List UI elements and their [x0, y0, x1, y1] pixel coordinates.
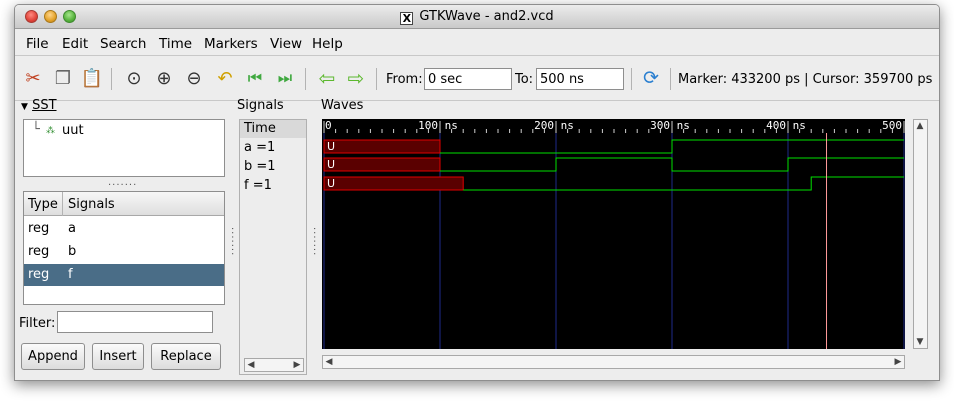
module-tree-icon: ⁂ — [46, 126, 55, 136]
zoom-out-icon[interactable]: ⊖ — [182, 66, 206, 90]
toolbar-separator — [631, 68, 632, 90]
from-label: From: — [386, 72, 423, 87]
arrow-right-icon[interactable]: ⇨ — [344, 66, 368, 90]
undefined-label: U — [327, 140, 335, 153]
menu-view[interactable]: View — [270, 36, 302, 52]
undefined-segment — [323, 157, 441, 172]
marker-cursor-status: Marker: 433200 ps | Cursor: 359700 ps — [678, 72, 933, 87]
waves-canvas[interactable]: 0 100 ns 200 ns 300 ns 400 ns 500 U U U — [322, 119, 905, 349]
signal-trace-a — [440, 139, 904, 154]
menu-markers[interactable]: Markers — [204, 36, 258, 52]
pane-grip[interactable]: ....... — [311, 227, 322, 256]
menu-file[interactable]: File — [26, 36, 49, 52]
scroll-right-icon[interactable]: ▶ — [291, 359, 303, 371]
column-type[interactable]: Type — [28, 197, 58, 212]
collapse-triangle-icon: ▼ — [21, 102, 28, 112]
zoom-fit-icon[interactable]: ⊙ — [122, 66, 146, 90]
toolbar-separator — [305, 68, 306, 90]
waves-title: Waves — [321, 98, 364, 113]
pane-grip[interactable]: ....... — [108, 177, 137, 188]
undefined-segment — [323, 139, 441, 154]
undo-icon[interactable]: ↶ — [213, 66, 237, 90]
insert-button[interactable]: Insert — [92, 343, 144, 370]
signals-title: Signals — [237, 98, 284, 113]
tree-item-uut[interactable]: uut — [62, 123, 84, 138]
column-signals[interactable]: Signals — [68, 197, 115, 212]
scroll-left-icon[interactable]: ◀ — [245, 359, 257, 371]
undefined-segment — [323, 176, 464, 191]
signal-a[interactable]: a =1 — [244, 140, 275, 155]
toolbar-separator — [670, 68, 671, 90]
tick-label: 400 ns — [766, 119, 806, 132]
to-input[interactable] — [536, 68, 624, 90]
sst-signals-table: Type Signals reg a reg b reg f — [23, 191, 225, 305]
reload-icon[interactable]: ⟳ — [639, 66, 663, 90]
sst-title[interactable]: ▼ SST — [21, 98, 57, 113]
tick-label: 500 — [882, 119, 902, 132]
from-input[interactable] — [424, 68, 512, 90]
time-header: Time — [240, 120, 306, 138]
copy-icon[interactable]: ❐ — [51, 66, 75, 90]
filter-label: Filter: — [19, 316, 56, 331]
to-label: To: — [515, 72, 534, 87]
zoom-in-icon[interactable]: ⊕ — [152, 66, 176, 90]
table-row[interactable]: reg a — [24, 218, 224, 240]
scroll-right-icon[interactable]: ▶ — [892, 356, 904, 368]
undefined-label: U — [327, 177, 335, 190]
go-start-icon[interactable]: ⏮ — [243, 66, 267, 90]
menu-search[interactable]: Search — [100, 36, 146, 52]
title-bar: X GTKWave - and2.vcd — [15, 5, 939, 29]
toolbar-separator — [376, 68, 377, 90]
signals-hscrollbar[interactable]: ◀ ▶ — [244, 358, 304, 372]
table-row[interactable]: reg b — [24, 241, 224, 263]
signal-f[interactable]: f =1 — [244, 178, 272, 193]
tick-label: 200 ns — [534, 119, 574, 132]
x11-icon: X — [400, 12, 414, 25]
window-title: GTKWave - and2.vcd — [419, 9, 554, 24]
arrow-left-icon[interactable]: ⇦ — [315, 66, 339, 90]
gtkwave-window: X GTKWave - and2.vcd File Edit Search Tim… — [14, 4, 940, 381]
table-row-selected[interactable]: reg f — [24, 264, 224, 286]
toolbar: ✂ ❐ 📋 ⊙ ⊕ ⊖ ↶ ⏮ ⏭ ⇦ ⇨ From: To: ⟳ Marker… — [15, 57, 939, 101]
scroll-down-icon[interactable]: ▼ — [914, 336, 926, 348]
replace-button[interactable]: Replace — [151, 343, 221, 370]
scroll-up-icon[interactable]: ▲ — [914, 120, 926, 132]
tick-label: 0 — [325, 119, 332, 132]
paste-icon[interactable]: 📋 — [80, 66, 104, 90]
undefined-label: U — [327, 158, 335, 171]
tick-label: 100 ns — [418, 119, 458, 132]
menu-bar: File Edit Search Time Markers View Help — [15, 30, 939, 56]
menu-time[interactable]: Time — [159, 36, 192, 52]
scroll-left-icon[interactable]: ◀ — [323, 356, 335, 368]
menu-edit[interactable]: Edit — [62, 36, 88, 52]
table-header: Type Signals — [24, 192, 224, 216]
signal-b[interactable]: b =1 — [244, 159, 276, 174]
waves-hscrollbar[interactable]: ◀ ▶ — [322, 355, 905, 369]
signal-trace-f — [463, 176, 904, 191]
signals-panel: Time a =1 b =1 f =1 ◀ ▶ — [239, 119, 307, 375]
toolbar-separator — [111, 68, 112, 90]
waveform-plot: 0 100 ns 200 ns 300 ns 400 ns 500UUU — [322, 119, 905, 349]
menu-help[interactable]: Help — [312, 36, 343, 52]
signal-trace-b — [440, 157, 904, 172]
append-button[interactable]: Append — [21, 343, 85, 370]
sst-tree: └ ⁂ uut — [23, 119, 225, 177]
tick-label: 300 ns — [650, 119, 690, 132]
go-end-icon[interactable]: ⏭ — [273, 66, 297, 90]
filter-input[interactable] — [57, 311, 213, 333]
waves-vscrollbar[interactable]: ▲ ▼ — [913, 119, 928, 349]
cut-icon[interactable]: ✂ — [21, 66, 45, 90]
